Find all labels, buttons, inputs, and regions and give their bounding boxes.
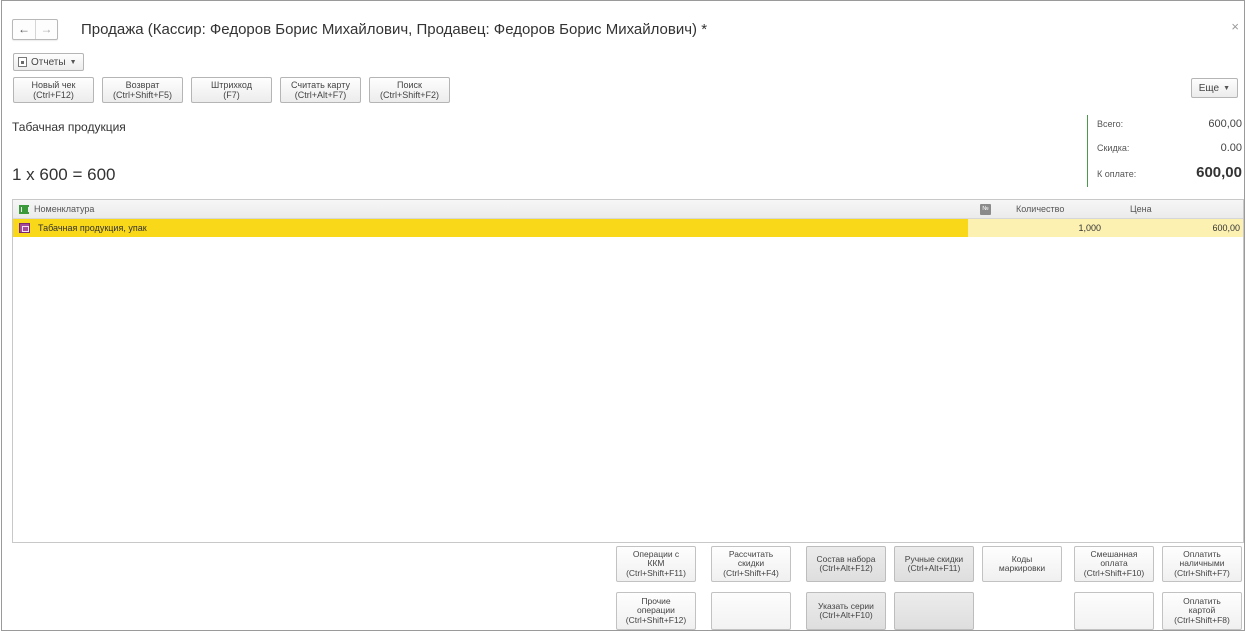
reports-button[interactable]: Отчеты ▼ — [13, 53, 84, 71]
chevron-down-icon: ▼ — [1223, 84, 1230, 92]
kkm-operations-button[interactable]: Операции с ККМ (Ctrl+Shift+F11) — [616, 546, 696, 582]
payable-label: К оплате: — [1097, 169, 1137, 179]
payable-value: 600,00 — [1196, 164, 1242, 181]
button-shortcut: (Ctrl+Shift+F10) — [1083, 567, 1145, 578]
column-header-price[interactable]: Цена — [1130, 200, 1152, 218]
total-row: Всего: 600,00 — [1097, 118, 1242, 130]
pay-cash-button[interactable]: Оплатить наличными (Ctrl+Shift+F7) — [1162, 546, 1242, 582]
table-row[interactable]: Табачная продукция, упак 1,000 600,00 — [13, 219, 1243, 237]
column-header-nomenclature[interactable]: Номенклатура — [19, 200, 94, 218]
button-shortcut: (Ctrl+Shift+F12) — [625, 614, 687, 625]
product-icon — [19, 223, 30, 233]
more-button[interactable]: Еще ▼ — [1190, 78, 1238, 98]
set-contents-button[interactable]: Состав набора (Ctrl+Alt+F12) — [806, 546, 886, 582]
total-value: 600,00 — [1208, 118, 1242, 130]
barcode-button[interactable]: Штрихкод (F7) — [191, 77, 272, 103]
discount-value: 0.00 — [1220, 142, 1242, 154]
more-label: Еще — [1198, 82, 1220, 94]
empty-button-slot[interactable] — [1074, 592, 1154, 630]
button-label: маркировки — [998, 563, 1046, 573]
button-label: Считать карту — [291, 80, 350, 90]
row-name: Табачная продукция, упак — [38, 223, 147, 233]
button-shortcut: (F7) — [223, 90, 240, 100]
manual-discounts-button[interactable]: Ручные скидки (Ctrl+Alt+F11) — [894, 546, 974, 582]
column-header-quantity[interactable]: Количество — [1016, 200, 1064, 218]
mixed-payment-button[interactable]: Смешанная оплата (Ctrl+Shift+F10) — [1074, 546, 1154, 582]
pay-card-button[interactable]: Оплатить картой (Ctrl+Shift+F8) — [1162, 592, 1242, 630]
arrow-right-icon[interactable]: → — [35, 19, 57, 39]
close-icon[interactable]: × — [1231, 19, 1239, 34]
title-bar: ← → Продажа (Кассир: Федоров Борис Михай… — [12, 18, 707, 40]
button-label: Поиск — [397, 80, 422, 90]
items-table[interactable]: Номенклатура № Количество Цена Табачная … — [12, 199, 1244, 543]
discount-label: Скидка: — [1097, 143, 1130, 153]
row-name-cell: Табачная продукция, упак — [13, 219, 968, 237]
button-shortcut: (Ctrl+Alt+F11) — [907, 563, 961, 573]
button-shortcut: (Ctrl+Shift+F5) — [112, 90, 172, 100]
column-header-number[interactable]: № — [980, 200, 991, 218]
button-label: Новый чек — [31, 80, 76, 90]
number-icon: № — [980, 203, 991, 215]
button-shortcut: (Ctrl+Shift+F2) — [379, 90, 439, 100]
empty-button-slot[interactable] — [711, 592, 791, 630]
button-shortcut: (Ctrl+Shift+F7) — [1174, 567, 1230, 578]
report-icon — [18, 57, 27, 67]
button-shortcut: (Ctrl+Shift+F8) — [1174, 614, 1230, 625]
table-header: Номенклатура № Количество Цена — [13, 200, 1243, 219]
row-number-cell — [968, 219, 1001, 237]
reports-label: Отчеты — [31, 56, 66, 68]
row-price: 600,00 — [1129, 219, 1243, 237]
sale-window: ← → Продажа (Кассир: Федоров Борис Михай… — [1, 0, 1245, 631]
button-label: Штрихкод — [210, 80, 252, 90]
new-receipt-button[interactable]: Новый чек (Ctrl+F12) — [13, 77, 94, 103]
table-icon — [19, 204, 29, 214]
button-shortcut: (Ctrl+Shift+F4) — [723, 567, 779, 578]
marking-codes-button[interactable]: Коды маркировки — [982, 546, 1062, 582]
calculate-discounts-button[interactable]: Рассчитать скидки (Ctrl+Shift+F4) — [711, 546, 791, 582]
column-label: Номенклатура — [34, 204, 95, 214]
current-product-name: Табачная продукция — [12, 120, 126, 134]
button-shortcut: (Ctrl+Alt+F10) — [819, 610, 873, 620]
totals-panel: Всего: 600,00 Скидка: 0.00 К оплате: 600… — [1087, 115, 1246, 187]
search-button[interactable]: Поиск (Ctrl+Shift+F2) — [369, 77, 450, 103]
arrow-left-icon[interactable]: ← — [13, 20, 35, 39]
row-quantity: 1,000 — [1001, 219, 1129, 237]
price-calculation: 1 x 600 = 600 — [12, 165, 116, 184]
total-label: Всего: — [1097, 119, 1124, 129]
empty-button-slot[interactable] — [894, 592, 974, 630]
chevron-down-icon: ▼ — [69, 58, 77, 66]
button-shortcut: (Ctrl+Alt+F7) — [294, 90, 347, 100]
other-operations-button[interactable]: Прочие операции (Ctrl+Shift+F12) — [616, 592, 696, 630]
button-shortcut: (Ctrl+Shift+F11) — [626, 567, 686, 578]
button-shortcut: (Ctrl+Alt+F12) — [819, 563, 873, 573]
read-card-button[interactable]: Считать карту (Ctrl+Alt+F7) — [280, 77, 361, 103]
payable-row: К оплате: 600,00 — [1097, 164, 1242, 181]
return-button[interactable]: Возврат (Ctrl+Shift+F5) — [102, 77, 183, 103]
window-title: Продажа (Кассир: Федоров Борис Михайлови… — [81, 20, 708, 38]
button-label: Возврат — [125, 80, 160, 90]
discount-row: Скидка: 0.00 — [1097, 142, 1242, 154]
toolbar: Новый чек (Ctrl+F12) Возврат (Ctrl+Shift… — [13, 77, 450, 103]
button-shortcut: (Ctrl+F12) — [33, 90, 74, 100]
navigation-buttons: ← → — [12, 18, 58, 40]
specify-series-button[interactable]: Указать серии (Ctrl+Alt+F10) — [806, 592, 886, 630]
